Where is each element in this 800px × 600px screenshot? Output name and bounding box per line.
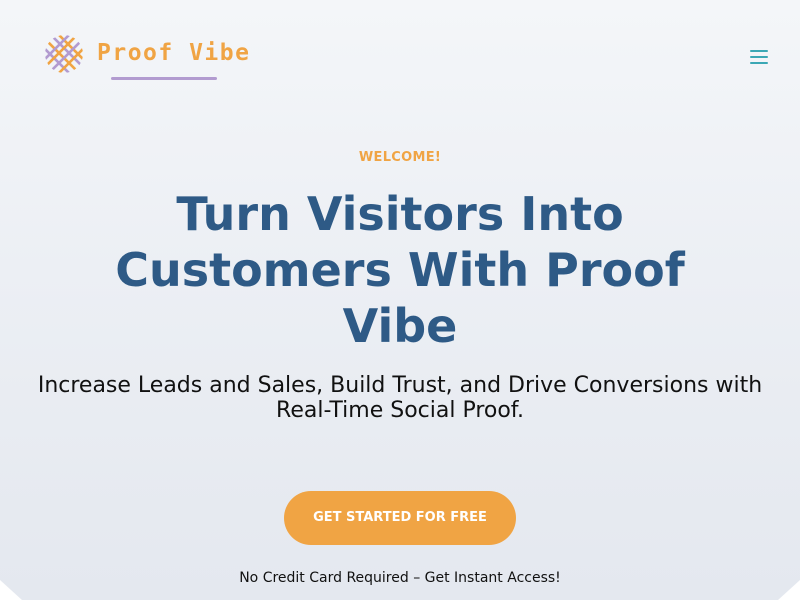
hero-subheadline: Increase Leads and Sales, Build Trust, a… — [37, 373, 763, 423]
hero-headline: Turn Visitors Into Customers With Proof … — [115, 187, 685, 353]
menu-bar — [750, 62, 768, 64]
welcome-eyebrow: WELCOME! — [358, 150, 442, 165]
woven-circle-logo-icon — [45, 35, 83, 73]
hamburger-menu-icon[interactable] — [750, 50, 768, 64]
cta-note: No Credit Card Required – Get Instant Ac… — [239, 570, 561, 586]
get-started-button[interactable]: GET STARTED FOR FREE — [284, 491, 516, 545]
logo-text: Proof Vibe — [97, 40, 251, 66]
decorative-corner-right — [778, 580, 800, 600]
logo-link[interactable]: Proof Vibe — [44, 34, 264, 84]
menu-bar — [750, 56, 768, 58]
site-header: Proof Vibe — [0, 0, 800, 110]
logo-underline — [111, 77, 217, 80]
decorative-corner-left — [0, 580, 22, 600]
menu-bar — [750, 50, 768, 52]
